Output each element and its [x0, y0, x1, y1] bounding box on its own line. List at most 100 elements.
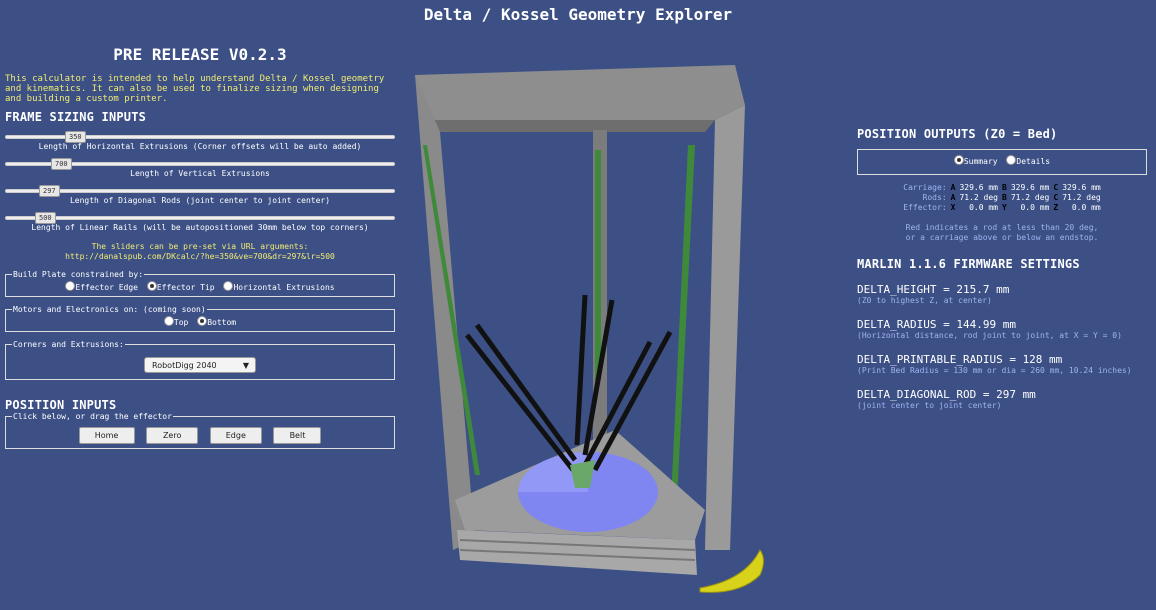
- app-title: Delta / Kossel Geometry Explorer: [423, 5, 733, 24]
- radio-summary[interactable]: Summary: [953, 155, 998, 166]
- radio-label: Details: [1016, 157, 1051, 166]
- red-indicator-note: Red indicates a rod at less than 20 deg,…: [857, 223, 1147, 243]
- home-button[interactable]: Home: [78, 427, 135, 444]
- readout-value: 0.0 mm: [1071, 203, 1101, 212]
- diagonal-rod: [474, 323, 578, 462]
- slider-track[interactable]: [5, 189, 395, 193]
- slider-label: Length of Diagonal Rods (joint center to…: [69, 196, 331, 205]
- red-note-line: Red indicates a rod at less than 20 deg,: [905, 223, 1099, 232]
- radio-button[interactable]: [1006, 155, 1017, 165]
- slider-vertical-extrusions[interactable]: 700: [5, 158, 395, 170]
- radio-button[interactable]: [223, 281, 234, 291]
- axis-letter: B: [1002, 183, 1007, 192]
- firmware-setting: DELTA_RADIUS = 144.99 mm (Horizontal dis…: [857, 318, 1147, 341]
- motors-legend: Motors and Electronics on: (coming soon): [13, 305, 206, 314]
- top-frame-underside: [425, 120, 715, 132]
- readout-value: 329.6 mm: [1062, 183, 1101, 192]
- axis-letter: C: [1053, 193, 1059, 202]
- slider-thumb[interactable]: 700: [51, 158, 72, 170]
- readout-value: 71.2 deg: [1062, 193, 1101, 202]
- corners-legend: Corners and Extrusions:: [13, 340, 124, 349]
- zero-button[interactable]: Zero: [146, 427, 199, 444]
- release-heading: PRE RELEASE V0.2.3: [113, 45, 287, 64]
- position-group: Click below, or drag the effector Home Z…: [5, 412, 395, 449]
- radio-label: Bottom: [207, 318, 237, 327]
- firmware-setting: DELTA_PRINTABLE_RADIUS = 128 mm (Print B…: [857, 353, 1147, 376]
- radio-details[interactable]: Details: [1006, 155, 1051, 166]
- radio-label: Effector Edge: [75, 283, 138, 292]
- chevron-down-icon: ▼: [242, 361, 249, 370]
- build-plate-legend: Build Plate constrained by:: [13, 270, 144, 279]
- url-note-text: The sliders can be pre-set via URL argum…: [91, 242, 309, 251]
- position-readout: Carriage: A 329.6 mm B 329.6 mm C 329.6 mm …: [901, 183, 1102, 213]
- position-legend: Click below, or drag the effector: [13, 412, 172, 421]
- readout-value: 71.2 deg: [959, 193, 998, 202]
- readout-value: 71.2 deg: [1010, 193, 1050, 202]
- inputs-panel: PRE RELEASE V0.2.3 This calculator is in…: [5, 45, 395, 449]
- radio-button[interactable]: [197, 316, 208, 326]
- readout-row-carriage: Carriage: A 329.6 mm B 329.6 mm C 329.6 mm: [901, 183, 1102, 193]
- radio-top[interactable]: Top: [163, 316, 189, 327]
- firmware-setting: DELTA_HEIGHT = 215.7 mm (Z0 to highest Z…: [857, 283, 1147, 306]
- slider-linear-rails[interactable]: 500: [5, 212, 395, 224]
- corners-select[interactable]: RobotDigg 2040 ▼: [144, 357, 256, 373]
- slider-thumb[interactable]: 350: [65, 131, 86, 143]
- axis-letter: A: [950, 193, 956, 202]
- radio-bottom[interactable]: Bottom: [197, 316, 237, 327]
- intro-text: This calculator is intended to help unde…: [5, 74, 385, 104]
- firmware-heading: MARLIN 1.1.6 FIRMWARE SETTINGS: [857, 257, 1080, 271]
- diagonal-rod: [465, 333, 575, 472]
- axis-letter: B: [1002, 193, 1007, 202]
- slider-track[interactable]: [5, 216, 395, 220]
- slider-thumb[interactable]: 500: [35, 212, 56, 224]
- build-plate-group: Build Plate constrained by: Effector Edg…: [5, 270, 395, 297]
- readout-label: Carriage:: [903, 183, 947, 192]
- slider-track[interactable]: [5, 135, 395, 139]
- readout-value: 0.0 mm: [969, 203, 998, 212]
- axis-letter: X: [950, 203, 956, 212]
- radio-label: Horizontal Extrusions: [233, 283, 335, 292]
- position-inputs-heading: POSITION INPUTS: [5, 398, 117, 412]
- motors-group: Motors and Electronics on: (coming soon)…: [5, 305, 395, 332]
- corners-group: Corners and Extrusions: RobotDigg 2040 ▼: [5, 340, 395, 380]
- radio-button[interactable]: [163, 316, 174, 326]
- red-note-line: or a carriage above or below an endstop.: [905, 233, 1099, 242]
- radio-horizontal-extrusions[interactable]: Horizontal Extrusions: [223, 281, 335, 292]
- belt-button[interactable]: Belt: [273, 427, 322, 444]
- readout-row-effector: Effector: X 0.0 mm Y 0.0 mm Z 0.0 mm: [901, 203, 1102, 213]
- slider-diagonal-rods[interactable]: 297: [5, 185, 395, 197]
- slider-thumb[interactable]: 297: [39, 185, 60, 197]
- radio-button[interactable]: [65, 281, 76, 291]
- axis-letter: Y: [1002, 203, 1007, 212]
- radio-effector-edge[interactable]: Effector Edge: [65, 281, 138, 292]
- readout-value: 329.6 mm: [1010, 183, 1050, 192]
- position-outputs-heading: POSITION OUTPUTS (Z0 = Bed): [857, 127, 1058, 141]
- firmware-description: (Print Bed Radius = 130 mm or dia = 260 …: [857, 366, 1132, 375]
- slider-label: Length of Vertical Extrusions: [130, 169, 270, 178]
- readout-row-rods: Rods: A 71.2 deg B 71.2 deg C 71.2 deg: [901, 193, 1102, 203]
- radio-label: Summary: [963, 157, 998, 166]
- banana-for-scale-icon: [699, 549, 764, 593]
- diagonal-rod: [574, 294, 588, 446]
- readout-value: 329.6 mm: [959, 183, 998, 192]
- firmware-value: DELTA_HEIGHT = 215.7 mm: [857, 283, 1010, 296]
- printer-3d-view[interactable]: [405, 60, 765, 610]
- firmware-description: (joint center to joint center): [857, 401, 1002, 410]
- outputs-panel: POSITION OUTPUTS (Z0 = Bed) Summary Deta…: [857, 127, 1147, 411]
- right-rail: [671, 145, 695, 500]
- url-note: The sliders can be pre-set via URL argum…: [5, 242, 395, 262]
- slider-horizontal-extrusions[interactable]: 350: [5, 131, 395, 143]
- radio-label: Top: [173, 318, 189, 327]
- radio-effector-tip[interactable]: Effector Tip: [146, 281, 215, 292]
- view-mode-group: Summary Details: [857, 149, 1147, 175]
- firmware-value: DELTA_RADIUS = 144.99 mm: [857, 318, 1016, 331]
- firmware-description: (Horizontal distance, rod joint to joint…: [857, 331, 1122, 340]
- axis-letter: C: [1053, 183, 1059, 192]
- edge-button[interactable]: Edge: [209, 427, 262, 444]
- radio-button[interactable]: [953, 155, 964, 165]
- firmware-value: DELTA_PRINTABLE_RADIUS = 128 mm: [857, 353, 1063, 366]
- slider-label: Length of Linear Rails (will be autoposi…: [31, 223, 369, 232]
- radio-button[interactable]: [146, 281, 157, 291]
- firmware-value: DELTA_DIAGONAL_ROD = 297 mm: [857, 388, 1036, 401]
- frame-sizing-heading: FRAME SIZING INPUTS: [5, 110, 147, 124]
